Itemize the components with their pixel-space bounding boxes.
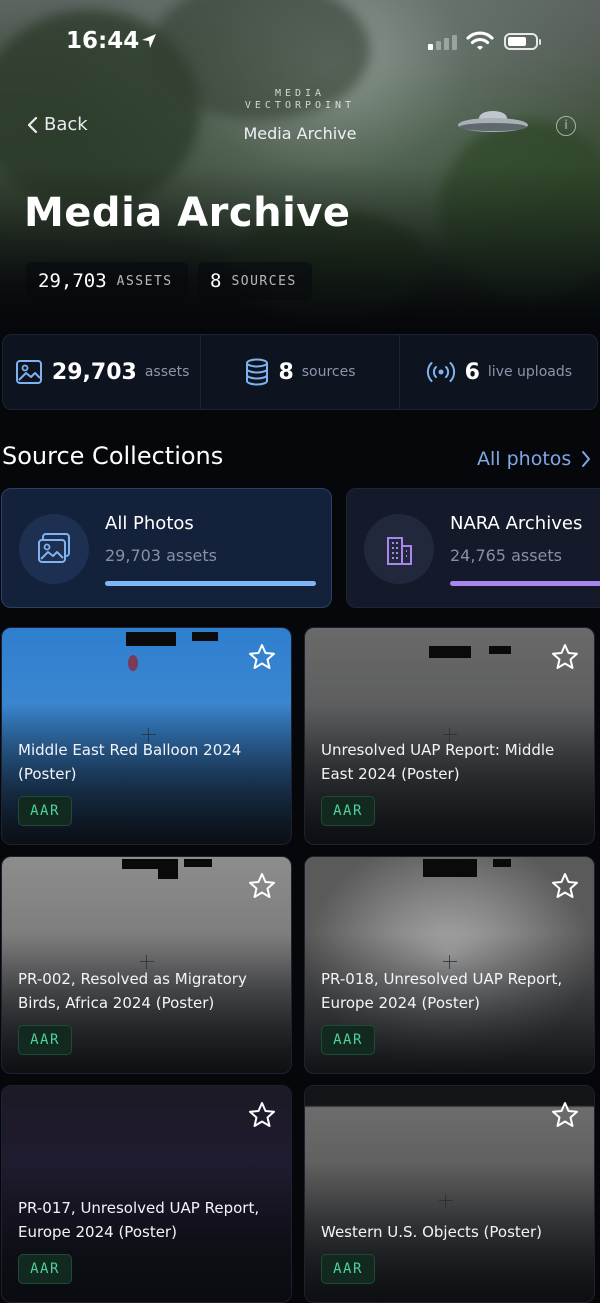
star-icon[interactable] <box>247 871 277 901</box>
collection-progress-bar <box>450 581 600 586</box>
stat-sources: 8 sources <box>201 335 400 409</box>
collection-subtitle: 29,703 assets <box>105 546 217 565</box>
info-button[interactable]: i <box>556 116 576 136</box>
all-photos-link[interactable]: All photos <box>477 448 591 470</box>
stat-live-label: live uploads <box>487 364 573 380</box>
broadcast-icon <box>426 362 455 382</box>
page-title: Media Archive <box>24 190 351 236</box>
sources-chip-value: 8 <box>210 270 222 292</box>
media-card[interactable]: PR-018, Unresolved UAP Report, Europe 20… <box>304 856 595 1074</box>
brand-logo: MEDIA VECTORPOINT <box>240 88 360 112</box>
collection-title: All Photos <box>105 513 194 534</box>
nav-title: Media Archive <box>243 124 357 143</box>
sources-chip-label: SOURCES <box>231 273 297 289</box>
star-icon[interactable] <box>247 642 277 672</box>
cellular-signal-icon <box>428 34 458 54</box>
stat-assets-label: assets <box>144 364 190 380</box>
brand-line-2: VECTORPOINT <box>244 100 356 111</box>
assets-chip-value: 29,703 <box>38 270 107 292</box>
media-card[interactable]: PR-017, Unresolved UAP Report, Europe 20… <box>1 1085 292 1303</box>
stats-bar: 29,703 assets 8 sources 6 live uploads <box>2 334 598 410</box>
battery-icon <box>504 33 541 50</box>
source-badge: AAR <box>18 1025 72 1055</box>
assets-chip: 29,703 ASSETS <box>26 262 188 300</box>
chevron-right-icon <box>582 451 591 467</box>
source-badge: AAR <box>18 1254 72 1284</box>
collection-title: NARA Archives <box>450 513 583 534</box>
status-bar: 16:44 <box>0 28 600 54</box>
media-card-title: PR-018, Unresolved UAP Report, Europe 20… <box>321 970 563 1012</box>
star-icon[interactable] <box>247 1100 277 1130</box>
media-card-title: Middle East Red Balloon 2024 (Poster) <box>18 741 242 783</box>
database-icon <box>246 358 269 386</box>
wifi-icon <box>466 30 494 56</box>
section-title: Source Collections <box>2 442 224 470</box>
back-label: Back <box>44 114 88 135</box>
source-badge: AAR <box>321 1025 375 1055</box>
media-card[interactable]: Unresolved UAP Report: Middle East 2024 … <box>304 627 595 845</box>
photo-gallery-icon <box>19 514 89 584</box>
media-card-title: PR-017, Unresolved UAP Report, Europe 20… <box>18 1199 260 1241</box>
media-card[interactable]: Western U.S. Objects (Poster) AAR <box>304 1085 595 1303</box>
sources-chip: 8 SOURCES <box>198 262 312 300</box>
star-icon[interactable] <box>550 871 580 901</box>
brand-line-1: MEDIA <box>274 88 326 99</box>
location-arrow-icon <box>140 32 158 54</box>
star-icon[interactable] <box>550 642 580 672</box>
ufo-image <box>458 111 528 132</box>
image-icon <box>15 360 42 384</box>
collection-progress-bar <box>105 581 316 586</box>
source-badge: AAR <box>18 796 72 826</box>
assets-chip-label: ASSETS <box>116 273 173 289</box>
media-card[interactable]: PR-002, Resolved as Migratory Birds, Afr… <box>1 856 292 1074</box>
building-icon <box>364 514 434 584</box>
media-card-title: Unresolved UAP Report: Middle East 2024 … <box>321 741 555 783</box>
chevron-left-icon <box>27 116 38 133</box>
all-photos-label: All photos <box>477 448 572 470</box>
stat-live-value: 6 <box>464 359 480 385</box>
source-badge: AAR <box>321 796 375 826</box>
stat-sources-value: 8 <box>278 359 294 385</box>
source-badge: AAR <box>321 1254 375 1284</box>
collection-card-all-photos[interactable]: All Photos 29,703 assets <box>1 488 332 608</box>
balloon-icon <box>128 655 138 671</box>
media-card-title: PR-002, Resolved as Migratory Birds, Afr… <box>18 970 247 1012</box>
media-card-title: Western U.S. Objects (Poster) <box>321 1223 543 1241</box>
stat-assets-value: 29,703 <box>51 359 137 385</box>
stat-live-uploads: 6 live uploads <box>400 335 597 409</box>
stat-assets: 29,703 assets <box>3 335 202 409</box>
stat-sources-label: sources <box>301 364 356 380</box>
star-icon[interactable] <box>550 1100 580 1130</box>
back-button[interactable]: Back <box>26 114 88 135</box>
status-time: 16:44 <box>66 28 140 54</box>
collection-card-nara-archives[interactable]: NARA Archives 24,765 assets <box>346 488 600 608</box>
collection-subtitle: 24,765 assets <box>450 546 562 565</box>
media-card[interactable]: Middle East Red Balloon 2024 (Poster) AA… <box>1 627 292 845</box>
